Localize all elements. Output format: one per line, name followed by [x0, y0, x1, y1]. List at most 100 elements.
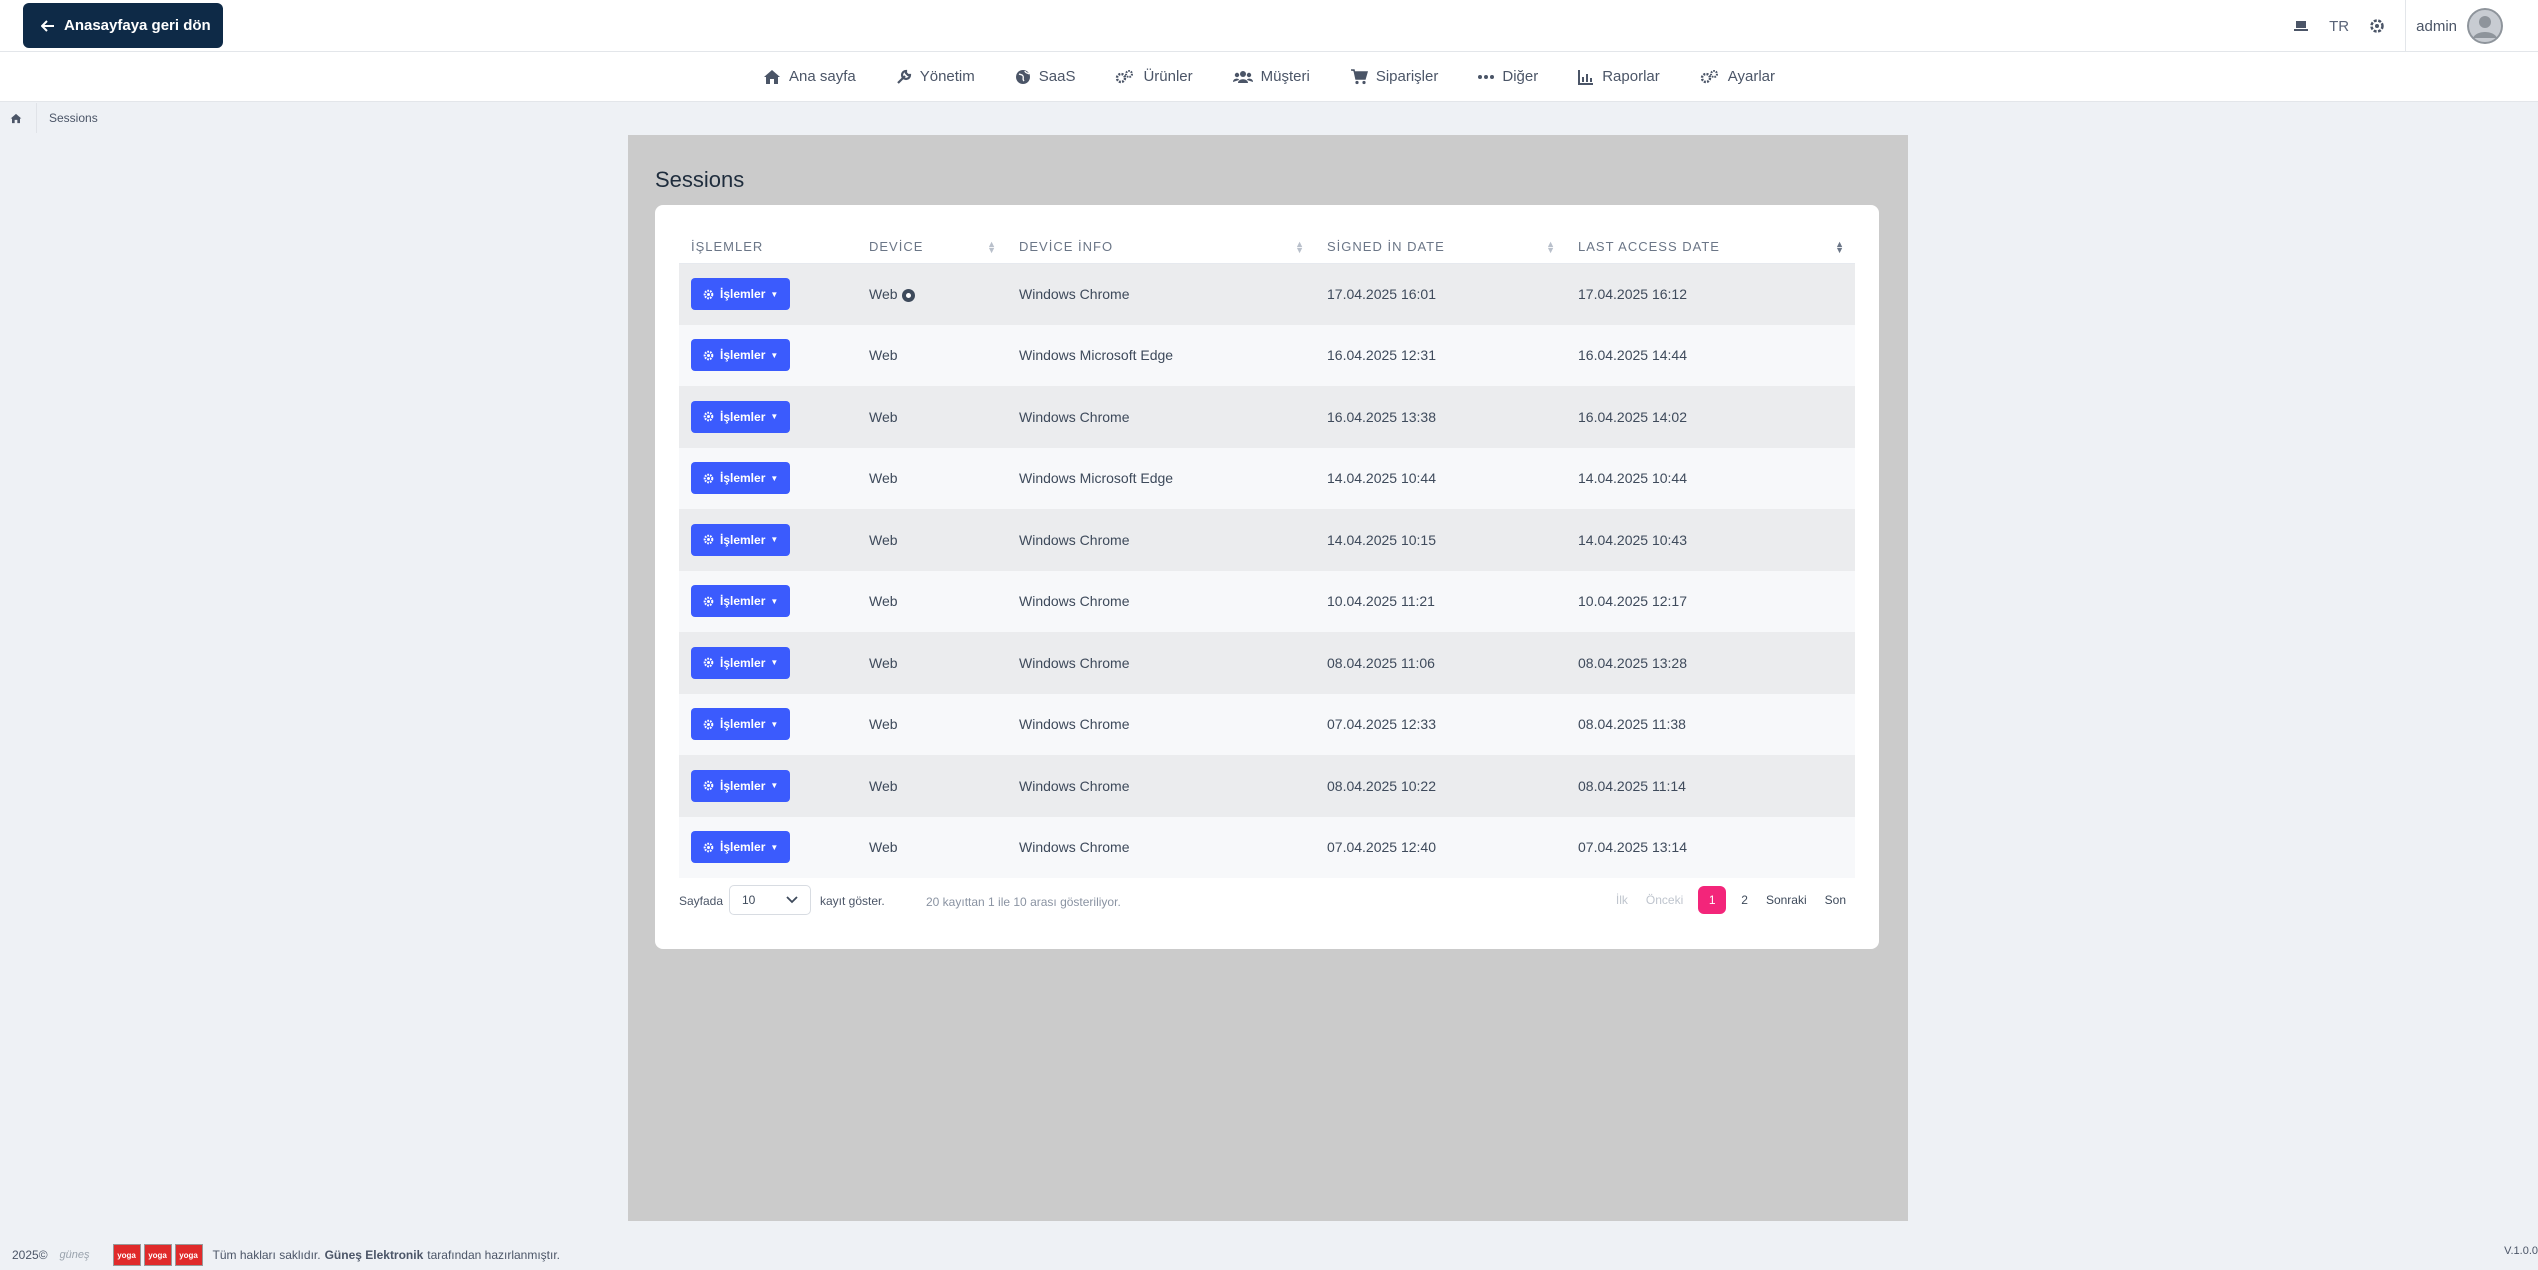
last-access-date-cell: 08.04.2025 11:14	[1566, 755, 1855, 817]
last-access-date-cell: 08.04.2025 11:38	[1566, 693, 1855, 755]
content-panel: Sessions İŞLEMLER DEVİCE ▲ ▼ DEVİCE İNFO ▲ ▼…	[628, 135, 1908, 1221]
menu-item-saas[interactable]: SaaS	[1015, 68, 1075, 85]
actions-dropdown-button[interactable]: İşlemler ▼	[691, 646, 791, 679]
device-cell: Web	[857, 324, 1007, 386]
menu-label: Raporlar	[1602, 68, 1660, 85]
sessions-card: İŞLEMLER DEVİCE ▲ ▼ DEVİCE İNFO ▲ ▼ SİGNED İ…	[655, 205, 1879, 949]
sort-icon: ▲ ▼	[1295, 239, 1305, 255]
device-cell: Web	[857, 570, 1007, 632]
column-header-signed-in-date[interactable]: SİGNED İN DATE ▲ ▼	[1315, 230, 1566, 264]
signed-in-date-cell: 14.04.2025 10:44	[1315, 447, 1566, 509]
device-cell: Web	[857, 386, 1007, 448]
gear-icon	[703, 842, 714, 853]
device-cell: Web	[857, 693, 1007, 755]
user-menu[interactable]: admin	[2405, 0, 2538, 52]
actions-label: İşlemler	[720, 717, 766, 732]
actions-dropdown-button[interactable]: İşlemler ▼	[691, 708, 791, 741]
page-first[interactable]: İlk	[1607, 893, 1637, 907]
device-value: Web	[869, 286, 898, 302]
device-value: Web	[869, 408, 898, 425]
pagination: İlk Önceki 1 2 Sonraki Son	[1607, 885, 1855, 915]
page-1[interactable]: 1	[1698, 886, 1727, 914]
device-cell: Web	[857, 755, 1007, 817]
table-row: İşlemler ▼ Web Windows Chrome 16.04.2025 13:…	[679, 386, 1855, 448]
gear-icon	[703, 780, 714, 791]
signed-in-date-cell: 16.04.2025 12:31	[1315, 324, 1566, 386]
home-icon[interactable]	[8, 110, 24, 126]
menu-label: Ayarlar	[1727, 68, 1775, 85]
table-row: İşlemler ▼ Web Windows Chrome 08.04.2025 11:…	[679, 632, 1855, 694]
actions-dropdown-button[interactable]: İşlemler ▼	[691, 462, 791, 495]
menu-item-home[interactable]: Ana sayfa	[763, 68, 856, 85]
signed-in-date-cell: 16.04.2025 13:38	[1315, 386, 1566, 448]
page-2[interactable]: 2	[1732, 893, 1757, 907]
header-label: DEVİCE İNFO	[1019, 238, 1114, 254]
table-row: İşlemler ▼ Web Windows Chrome 14.04.2025 10:…	[679, 509, 1855, 571]
signed-in-date-cell: 08.04.2025 11:06	[1315, 632, 1566, 694]
menu-label: Ana sayfa	[789, 68, 856, 85]
last-access-date-cell: 07.04.2025 13:14	[1566, 816, 1855, 878]
actions-dropdown-button[interactable]: İşlemler ▼	[691, 523, 791, 556]
menu-item-reports[interactable]: Raporlar	[1578, 68, 1660, 85]
menu-label: Yönetim	[919, 68, 975, 85]
actions-dropdown-button[interactable]: İşlemler ▼	[691, 585, 791, 618]
device-value: Web	[869, 654, 898, 671]
page-title: Sessions	[655, 167, 745, 192]
per-page-label: Sayfada	[679, 894, 724, 908]
laptop-icon[interactable]	[2293, 19, 2309, 33]
signed-in-date-cell: 14.04.2025 10:15	[1315, 509, 1566, 571]
menu-item-products[interactable]: Ürünler	[1115, 68, 1193, 85]
actions-cell: İşlemler ▼	[679, 324, 857, 386]
column-header-last-access-date[interactable]: LAST ACCESS DATE ▲ ▼	[1566, 230, 1855, 264]
column-header-device-info[interactable]: DEVİCE İNFO ▲ ▼	[1007, 230, 1315, 264]
language-switch[interactable]: TR	[2329, 18, 2349, 35]
actions-dropdown-button[interactable]: İşlemler ▼	[691, 339, 791, 372]
actions-dropdown-button[interactable]: İşlemler ▼	[691, 278, 791, 310]
menu-label: Müşteri	[1260, 68, 1310, 85]
per-page-select[interactable]: 10	[729, 885, 811, 915]
device-info-cell: Windows Chrome	[1007, 263, 1315, 325]
actions-dropdown-button[interactable]: İşlemler ▼	[691, 831, 791, 864]
page-next[interactable]: Sonraki	[1757, 893, 1816, 907]
device-info-cell: Windows Chrome	[1007, 816, 1315, 878]
caret-down-icon: ▼	[770, 350, 779, 360]
menu-item-customers[interactable]: Müşteri	[1232, 68, 1310, 85]
caret-down-icon: ▼	[770, 781, 779, 791]
menu-label: Ürünler	[1143, 68, 1193, 85]
page-prev[interactable]: Önceki	[1637, 893, 1692, 907]
sort-icon: ▲ ▼	[987, 239, 997, 255]
last-access-date-cell: 16.04.2025 14:44	[1566, 324, 1855, 386]
actions-label: İşlemler	[720, 778, 766, 793]
users-icon	[1232, 70, 1253, 83]
device-info-cell: Windows Chrome	[1007, 693, 1315, 755]
actions-cell: İşlemler ▼	[679, 386, 857, 448]
home-icon	[764, 69, 780, 84]
device-info-cell: Windows Microsoft Edge	[1007, 447, 1315, 509]
page-last[interactable]: Son	[1816, 893, 1855, 907]
device-value: Web	[869, 347, 898, 364]
gear-icon	[703, 657, 714, 668]
last-access-date-cell: 14.04.2025 10:44	[1566, 447, 1855, 509]
menu-item-orders[interactable]: Siparişler	[1350, 68, 1438, 85]
device-info-cell: Windows Chrome	[1007, 386, 1315, 448]
menu-item-settings[interactable]: Ayarlar	[1700, 68, 1775, 85]
sessions-table: İŞLEMLER DEVİCE ▲ ▼ DEVİCE İNFO ▲ ▼ SİGNED İ…	[679, 230, 1855, 878]
table-row: İşlemler ▼ Web Windows Chrome 07.04.2025 12:…	[679, 693, 1855, 755]
menu-item-other[interactable]: Diğer	[1478, 68, 1538, 85]
actions-dropdown-button[interactable]: İşlemler ▼	[691, 400, 791, 433]
gears-icon	[1700, 69, 1718, 83]
settings-gear-icon[interactable]	[2369, 18, 2385, 34]
caret-down-icon: ▼	[770, 289, 779, 299]
actions-cell: İşlemler ▼	[679, 632, 857, 694]
chart-icon	[1578, 69, 1594, 85]
arrow-left-icon	[41, 19, 54, 32]
avatar	[2467, 8, 2503, 44]
column-header-device[interactable]: DEVİCE ▲ ▼	[857, 230, 1007, 264]
back-to-home-button[interactable]: Anasayfaya geri dön	[23, 3, 223, 48]
actions-dropdown-button[interactable]: İşlemler ▼	[691, 769, 791, 802]
menu-item-management[interactable]: Yönetim	[896, 68, 975, 85]
menu-label: Diğer	[1502, 68, 1539, 85]
device-value: Web	[869, 470, 898, 487]
actions-cell: İşlemler ▼	[679, 263, 857, 325]
caret-down-icon: ▼	[770, 658, 779, 668]
